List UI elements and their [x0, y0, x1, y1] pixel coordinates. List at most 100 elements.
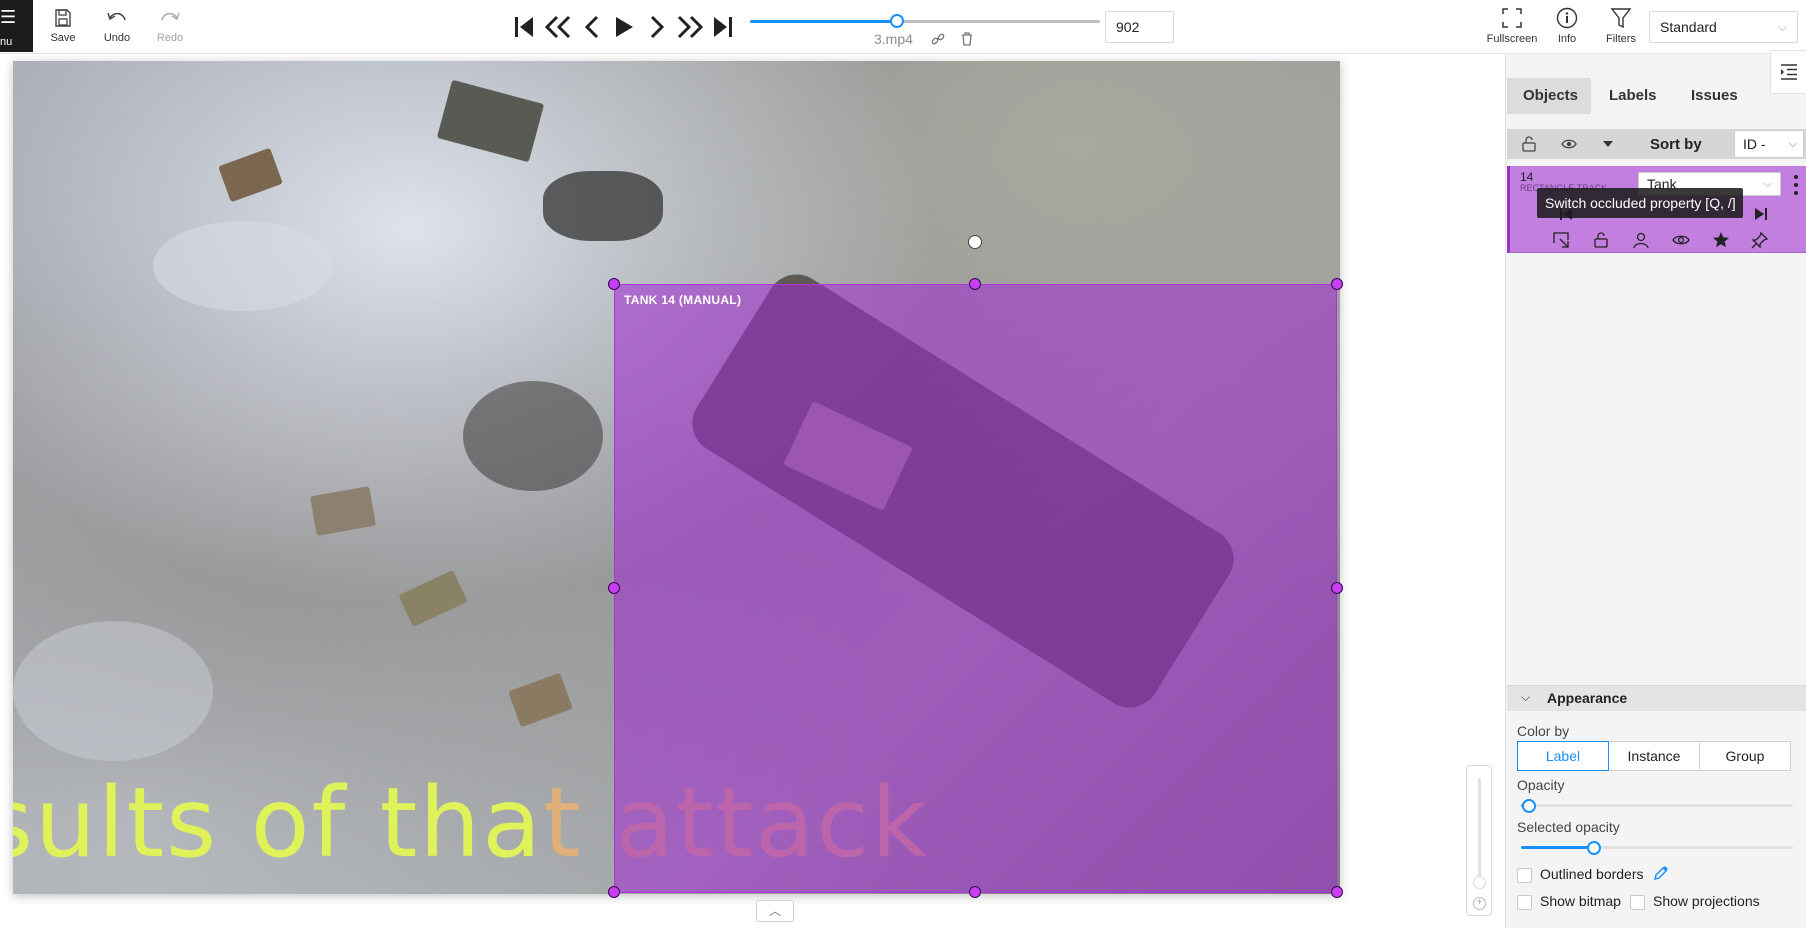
undo-button[interactable]: Undo	[102, 4, 132, 50]
top-toolbar: ☰ nu Save Undo Redo 902 3.mp4 Fullscreen…	[0, 0, 1806, 54]
outlined-borders-label: Outlined borders	[1540, 866, 1644, 882]
redo-label: Redo	[156, 32, 184, 44]
save-button[interactable]: Save	[48, 4, 78, 50]
save-label: Save	[50, 32, 76, 44]
fullscreen-icon	[1502, 8, 1522, 28]
back-many-frames-button[interactable]	[543, 12, 573, 42]
undo-label: Undo	[103, 32, 131, 44]
frame-slider-fill	[750, 20, 897, 23]
opacity-slider[interactable]	[1521, 799, 1793, 813]
color-picker-icon[interactable]	[1653, 865, 1669, 881]
fullscreen-label: Fullscreen	[1486, 33, 1538, 45]
opacity-slider-rail	[1521, 804, 1793, 807]
selected-opacity-handle[interactable]	[1587, 841, 1601, 855]
eye-icon[interactable]	[1672, 231, 1690, 249]
info-button[interactable]: Info	[1539, 4, 1595, 45]
expand-bottom-panel-button[interactable]: ︿	[756, 900, 794, 922]
bbox-rotation-handle[interactable]	[968, 235, 982, 249]
subtitle-green-text: sults of tha	[13, 767, 544, 879]
bbox-handle-bottom-left[interactable]	[608, 886, 620, 898]
show-projections-checkbox[interactable]	[1630, 895, 1645, 910]
selected-opacity-label: Selected opacity	[1517, 819, 1620, 835]
tank-bounding-box[interactable]	[614, 284, 1337, 893]
info-label: Info	[1557, 33, 1577, 45]
workspace-value: Standard	[1660, 19, 1717, 35]
tab-labels[interactable]: Labels	[1593, 78, 1673, 114]
bbox-handle-top-left[interactable]	[608, 278, 620, 290]
outlined-borders-checkbox[interactable]	[1517, 868, 1532, 883]
bbox-handle-right[interactable]	[1331, 582, 1343, 594]
color-by-label-option[interactable]: Label	[1517, 741, 1609, 771]
link-icon[interactable]	[930, 31, 946, 47]
play-button[interactable]	[609, 12, 639, 42]
zoom-slider[interactable]: +	[1466, 765, 1492, 916]
tab-issues[interactable]: Issues	[1675, 78, 1755, 114]
zoom-in-icon[interactable]: +	[1473, 897, 1486, 910]
outside-icon[interactable]	[1552, 231, 1570, 249]
occluded-tooltip: Switch occluded property [Q, /]	[1537, 188, 1743, 218]
sidebar-toggle-button[interactable]	[1770, 50, 1806, 94]
filters-label: Filters	[1606, 33, 1636, 45]
color-by-group-option[interactable]: Group	[1699, 741, 1791, 771]
bbox-handle-left[interactable]	[608, 582, 620, 594]
zoom-slider-rail	[1478, 778, 1481, 878]
double-chevron-right-icon	[677, 15, 704, 39]
caret-down-icon[interactable]	[1600, 136, 1616, 152]
menu-label: nu	[0, 36, 13, 48]
next-keyframe-icon[interactable]	[1753, 206, 1769, 222]
color-by-segmented: Label Instance Group	[1517, 741, 1791, 771]
show-projections-label: Show projections	[1653, 893, 1760, 909]
occluded-user-icon[interactable]	[1632, 231, 1650, 249]
unlock-icon[interactable]	[1592, 231, 1610, 249]
indent-icon	[1781, 64, 1797, 80]
zoom-slider-handle[interactable]	[1473, 876, 1486, 889]
frame-slider[interactable]	[750, 14, 1100, 28]
menu-button[interactable]: ☰ nu	[0, 0, 33, 52]
last-frame-button[interactable]	[708, 12, 738, 42]
tab-objects[interactable]: Objects	[1507, 78, 1591, 114]
next-frame-button[interactable]	[642, 12, 672, 42]
fullscreen-button[interactable]: Fullscreen	[1484, 4, 1540, 45]
debris-shape	[398, 569, 468, 628]
debris-shape	[508, 672, 573, 728]
frame-slider-handle[interactable]	[890, 14, 904, 28]
previous-frame-button[interactable]	[577, 12, 607, 42]
debris-shape	[218, 147, 283, 203]
star-icon[interactable]	[1712, 231, 1730, 249]
unlock-icon[interactable]	[1521, 136, 1537, 152]
color-by-instance-option[interactable]: Instance	[1608, 741, 1700, 771]
frame-number-input[interactable]: 902	[1105, 11, 1174, 43]
object-id: 14	[1520, 170, 1534, 184]
show-bitmap-checkbox[interactable]	[1517, 895, 1532, 910]
play-icon	[616, 17, 633, 37]
debris-shape	[309, 486, 377, 536]
sort-select[interactable]: ID - ascent ⌵	[1734, 130, 1804, 158]
forward-many-frames-button[interactable]	[675, 12, 705, 42]
pin-icon[interactable]	[1751, 231, 1769, 249]
bbox-handle-bottom-right[interactable]	[1331, 886, 1343, 898]
skip-end-icon	[714, 17, 732, 37]
info-icon	[1556, 7, 1578, 29]
chevron-down-icon: ⌵	[1788, 138, 1797, 150]
bbox-label: TANK 14 (MANUAL)	[624, 293, 742, 307]
bbox-handle-top[interactable]	[969, 278, 981, 290]
delete-frame-icon[interactable]	[959, 31, 975, 47]
objects-header: Sort by ID - ascent ⌵	[1507, 129, 1806, 159]
bbox-handle-bottom[interactable]	[969, 886, 981, 898]
filters-button[interactable]: Filters	[1593, 4, 1649, 45]
workspace-select[interactable]: Standard ⌵	[1649, 11, 1798, 43]
appearance-header[interactable]: ⌵ Appearance	[1507, 685, 1806, 711]
shadow-shape	[463, 381, 603, 491]
chevron-down-icon: ⌵	[1777, 20, 1787, 34]
selected-opacity-slider[interactable]	[1521, 841, 1793, 855]
redo-button[interactable]: Redo	[155, 4, 185, 50]
chevron-left-icon	[584, 15, 599, 39]
more-options-icon[interactable]	[1793, 174, 1799, 196]
bbox-handle-top-right[interactable]	[1331, 278, 1343, 290]
eye-icon[interactable]	[1561, 136, 1577, 152]
selected-opacity-fill	[1521, 846, 1594, 849]
first-frame-button[interactable]	[509, 12, 539, 42]
appearance-title: Appearance	[1547, 690, 1628, 706]
double-chevron-left-icon	[544, 15, 571, 39]
opacity-slider-handle[interactable]	[1522, 799, 1536, 813]
